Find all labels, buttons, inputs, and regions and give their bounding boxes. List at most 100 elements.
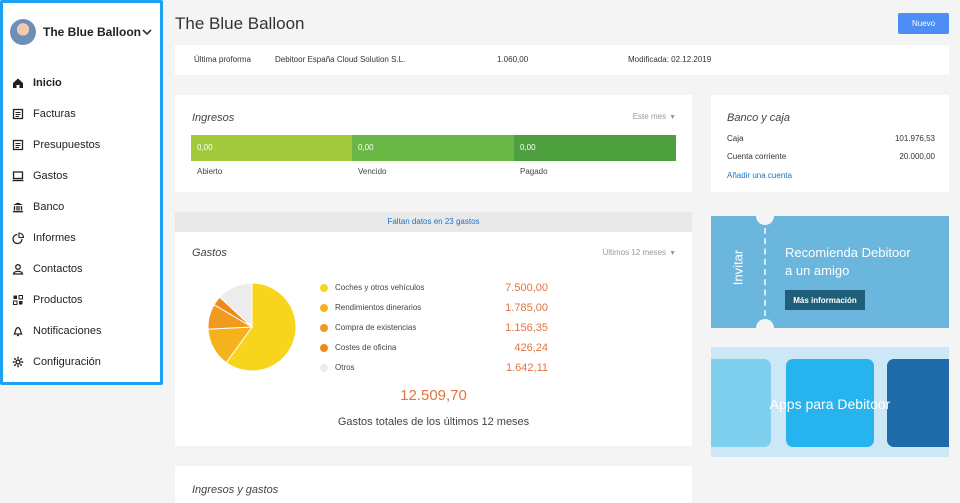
invite-side-label: Invitar <box>730 249 746 286</box>
income-expenses-card: Ingresos y gastos <box>175 466 692 503</box>
income-expenses-title: Ingresos y gastos <box>192 484 279 496</box>
bank-cash-card: Banco y caja Caja 101.976,53 Cuenta corr… <box>711 95 949 192</box>
last-proforma-row[interactable]: Última proforma Debitoor España Cloud So… <box>175 45 949 75</box>
contacts-icon <box>12 263 24 275</box>
income-label-open: Abierto <box>197 167 223 176</box>
bank-icon <box>12 201 24 213</box>
chevron-down-icon[interactable] <box>141 25 152 39</box>
sidebar-item-label: Notificaciones <box>33 324 102 337</box>
bank-row-label: Cuenta corriente <box>727 152 787 161</box>
legend-item[interactable]: Otros 1.642,11 <box>320 362 550 374</box>
income-period-label: Este mes <box>632 112 667 121</box>
legend-swatch <box>320 283 328 292</box>
sidebar-item-label: Informes <box>33 231 76 244</box>
income-label-paid: Pagado <box>520 167 548 176</box>
sidebar-item-contactos[interactable]: Contactos <box>3 253 160 284</box>
refer-line-1: Recomienda Debitoor <box>785 245 911 260</box>
legend-swatch <box>320 363 328 372</box>
legend-label: Costes de oficina <box>335 343 397 352</box>
legend-label: Rendimientos dinerarios <box>335 303 422 312</box>
refer-line-2: a un amigo <box>785 263 850 278</box>
legend-label: Compra de existencias <box>335 323 417 332</box>
bank-row-label: Caja <box>727 134 744 143</box>
bank-row-value: 101.976,53 <box>894 134 935 143</box>
expenses-period-label: Últimos 12 meses <box>602 248 667 257</box>
add-account-link[interactable]: Añadir una cuenta <box>727 171 792 180</box>
bank-row-value: 20.000,00 <box>899 152 935 161</box>
proforma-label: Última proforma <box>194 55 251 64</box>
bank-cash-title: Banco y caja <box>727 112 790 124</box>
apps-banner[interactable]: Apps para Debitoor <box>711 347 949 457</box>
sidebar-item-label: Banco <box>33 200 65 213</box>
expenses-pie-chart <box>207 282 297 372</box>
apps-title: Apps para Debitoor <box>769 396 891 412</box>
sidebar-item-gastos[interactable]: Gastos <box>3 160 160 191</box>
legend-item[interactable]: Coches y otros vehículos 7.500,00 <box>320 281 550 294</box>
legend-label: Coches y otros vehículos <box>335 283 425 292</box>
more-info-button[interactable]: Más información <box>785 290 865 310</box>
income-bar-open[interactable]: 0,00 <box>191 135 352 161</box>
quote-icon <box>12 139 24 151</box>
bank-row-cash[interactable]: Caja 101.976,53 <box>727 134 935 143</box>
home-icon <box>12 77 24 89</box>
missing-expense-data-notice[interactable]: Faltan datos en 23 gastos <box>175 212 692 232</box>
expenses-card: Gastos Últimos 12 meses ▼ Coches y otros … <box>175 232 692 446</box>
legend-value: 426,24 <box>514 341 548 354</box>
sidebar-item-presupuestos[interactable]: Presupuestos <box>3 129 160 160</box>
legend-value: 7.500,00 <box>505 281 548 294</box>
new-button[interactable]: Nuevo <box>898 13 949 34</box>
sidebar-item-label: Gastos <box>33 169 68 182</box>
refer-friend-text: Recomienda Debitoor a un amigo <box>785 244 911 280</box>
expenses-period-select[interactable]: Últimos 12 meses ▼ <box>602 248 676 257</box>
sidebar-item-notificaciones[interactable]: Notificaciones <box>3 315 160 346</box>
ticket-perforation <box>764 228 766 316</box>
company-switcher[interactable]: The Blue Balloon <box>3 3 160 51</box>
income-title: Ingresos <box>192 112 235 124</box>
reports-icon <box>12 231 24 244</box>
sidebar-item-label: Contactos <box>33 262 83 275</box>
legend-value: 1.785,00 <box>505 301 548 314</box>
page-title: The Blue Balloon <box>175 14 305 33</box>
income-bar-paid[interactable]: 0,00 <box>514 135 676 161</box>
sidebar-item-banco[interactable]: Banco <box>3 191 160 222</box>
expenses-total-caption: Gastos totales de los últimos 12 meses <box>337 416 530 428</box>
legend-value: 1.156,35 <box>505 321 548 334</box>
proforma-modified: Modificada: 02.12.2019 <box>628 55 712 64</box>
sidebar-item-configuracion[interactable]: Configuración <box>3 346 160 377</box>
expenses-icon <box>12 170 24 182</box>
income-card: Ingresos Este mes ▼ 0,00 0,00 0,00 Abiert… <box>175 95 692 192</box>
refer-friend-banner[interactable]: Invitar Recomienda Debitoor a un amigo M… <box>711 216 949 328</box>
avatar <box>10 19 36 45</box>
legend-item[interactable]: Rendimientos dinerarios 1.785,00 <box>320 301 550 314</box>
proforma-amount: 1.060,00 <box>497 55 529 64</box>
sidebar-nav: Inicio Facturas Presupuestos Gastos Banc… <box>3 67 160 377</box>
sidebar-item-inicio[interactable]: Inicio <box>3 67 160 98</box>
legend-item[interactable]: Compra de existencias 1.156,35 <box>320 321 550 334</box>
sidebar-item-label: Configuración <box>33 355 101 368</box>
sidebar-item-informes[interactable]: Informes <box>3 222 160 253</box>
company-name: The Blue Balloon <box>43 25 142 39</box>
ticket-notch <box>756 216 774 225</box>
gear-icon <box>12 356 24 368</box>
legend-label: Otros <box>335 363 355 372</box>
income-label-overdue: Vencido <box>358 167 387 176</box>
sidebar-item-label: Inicio <box>33 76 62 89</box>
sidebar-item-label: Presupuestos <box>33 138 101 151</box>
caret-down-icon: ▼ <box>669 114 676 121</box>
sidebar-item-facturas[interactable]: Facturas <box>3 98 160 129</box>
sidebar-item-productos[interactable]: Productos <box>3 284 160 315</box>
income-period-select[interactable]: Este mes ▼ <box>633 112 676 121</box>
expenses-title: Gastos <box>192 247 227 259</box>
legend-item[interactable]: Costes de oficina 426,24 <box>320 341 550 354</box>
legend-swatch <box>320 323 328 332</box>
sidebar-item-label: Facturas <box>33 107 76 120</box>
proforma-client[interactable]: Debitoor España Cloud Solution S.L. <box>275 55 405 64</box>
bank-row-current-account[interactable]: Cuenta corriente 20.000,00 <box>727 152 935 161</box>
bell-icon <box>12 325 24 337</box>
products-icon <box>12 294 24 306</box>
income-bar-overdue[interactable]: 0,00 <box>352 135 514 161</box>
sidebar-item-label: Productos <box>33 293 83 306</box>
legend-swatch <box>320 343 328 352</box>
ticket-notch <box>756 319 774 328</box>
caret-down-icon: ▼ <box>669 250 676 257</box>
